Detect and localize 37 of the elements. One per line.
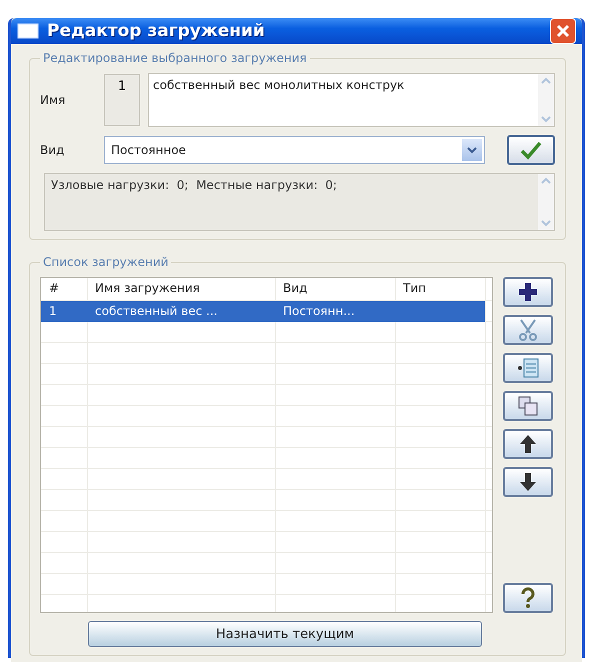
table-cell-text: 1 bbox=[48, 303, 58, 320]
load-number: 1 bbox=[104, 74, 140, 126]
apply-button[interactable] bbox=[507, 135, 555, 165]
set-current-button[interactable]: Назначить текущим bbox=[88, 621, 482, 647]
cut-button[interactable] bbox=[503, 315, 553, 345]
table-cell-text: собственный вес ... bbox=[94, 303, 218, 320]
selected-row[interactable]: 1 собственный вес ... Постоянн... bbox=[41, 301, 485, 322]
add-button[interactable] bbox=[503, 277, 553, 307]
kind-dropdown[interactable]: Постоянное bbox=[104, 136, 485, 164]
chevron-down-icon bbox=[466, 145, 478, 155]
column-header[interactable]: # bbox=[41, 278, 87, 301]
move-up-button[interactable] bbox=[503, 429, 553, 459]
group-legend: Редактирование выбранного загружения bbox=[40, 51, 310, 65]
plus-icon bbox=[517, 281, 539, 303]
move-down-button[interactable] bbox=[503, 467, 553, 497]
insert-row-icon bbox=[516, 357, 540, 379]
field-label: Имя bbox=[40, 93, 66, 107]
checkmark-icon bbox=[519, 140, 543, 160]
info-text: Узловые нагрузки: 0; Местные нагрузки: 0; bbox=[50, 177, 338, 194]
copy-icon bbox=[517, 395, 539, 417]
arrow-up-icon bbox=[518, 433, 538, 455]
window-icon bbox=[17, 23, 39, 39]
scissors-icon bbox=[516, 318, 540, 342]
field-label: Вид bbox=[40, 143, 66, 157]
column-header[interactable]: Вид bbox=[275, 278, 395, 301]
column-header[interactable]: Имя загружения bbox=[87, 278, 275, 301]
window-title: Редактор загружений bbox=[47, 21, 266, 41]
table-cell-text: Постоянн... bbox=[282, 303, 356, 320]
column-header[interactable]: Тип bbox=[395, 278, 485, 301]
help-button[interactable] bbox=[503, 583, 553, 613]
group-legend: Список загружений bbox=[40, 255, 172, 269]
arrow-down-icon bbox=[518, 471, 538, 493]
copy-button[interactable] bbox=[503, 391, 553, 421]
help-icon bbox=[520, 587, 536, 609]
close-button[interactable] bbox=[550, 18, 576, 44]
close-icon bbox=[555, 23, 571, 39]
insert-button[interactable] bbox=[503, 353, 553, 383]
